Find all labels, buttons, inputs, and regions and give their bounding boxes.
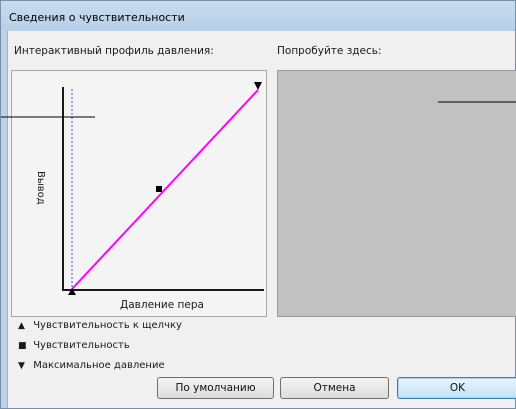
legend-label: Чувствительность <box>33 340 130 351</box>
pressure-curve-graph[interactable]: Вывод Давление пера <box>12 71 268 318</box>
try-here-label: Попробуйте здесь: <box>277 45 382 57</box>
title-bar[interactable]: Сведения о чувствительности <box>1 1 515 31</box>
offscreen-stroke <box>1 116 95 118</box>
triangle-up-icon: ▲ <box>18 321 25 331</box>
window-title: Сведения о чувствительности <box>9 11 185 24</box>
cancel-button[interactable]: Отмена <box>280 377 389 399</box>
legend-label: Максимальное давление <box>33 360 165 371</box>
try-stroke <box>438 101 516 103</box>
sensitivity-dialog: Сведения о чувствительности Интерактивны… <box>0 0 516 409</box>
legend-item-max-pressure: ▼ Максимальное давление <box>18 360 165 371</box>
sensitivity-handle[interactable] <box>156 186 162 192</box>
profile-label: Интерактивный профиль давления: <box>14 45 214 57</box>
legend-item-sensitivity: ■ Чувствительность <box>18 340 130 351</box>
square-icon: ■ <box>18 341 27 351</box>
max-pressure-handle[interactable] <box>254 82 262 90</box>
default-button[interactable]: По умолчанию <box>157 377 274 399</box>
legend-item-click-sensitivity: ▲ Чувствительность к щелчку <box>18 320 182 331</box>
x-axis-label: Давление пера <box>120 299 204 311</box>
pressure-curve <box>71 89 259 290</box>
y-axis-label: Вывод <box>35 171 46 205</box>
pressure-profile-panel[interactable]: Вывод Давление пера <box>11 70 267 317</box>
dialog-content: Интерактивный профиль давления: Попробуй… <box>7 31 516 408</box>
try-here-area[interactable] <box>277 70 516 317</box>
legend-label: Чувствительность к щелчку <box>33 320 182 331</box>
triangle-down-icon: ▼ <box>18 361 25 371</box>
ok-button[interactable]: OK <box>397 377 516 399</box>
